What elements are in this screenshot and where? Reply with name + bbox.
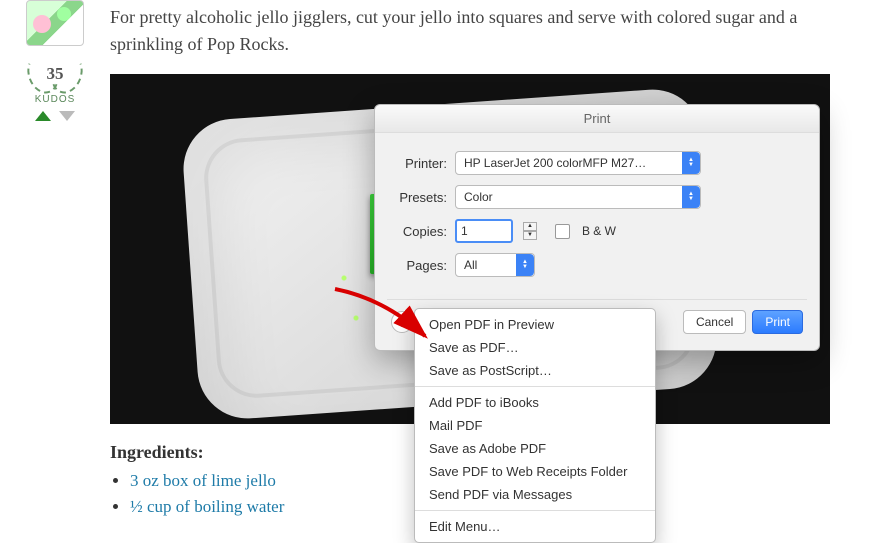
cancel-label: Cancel [696,315,733,329]
menu-item-open-preview[interactable]: Open PDF in Preview [415,313,655,336]
intro-text: For pretty alcoholic jello jigglers, cut… [110,4,856,58]
upvote-button[interactable] [33,109,53,123]
chevron-updown-icon: ▲▼ [516,254,534,276]
printer-label: Printer: [391,156,447,171]
help-icon: ? [398,315,405,330]
kudos-count: 35 [47,64,64,84]
avatar[interactable] [26,0,84,46]
copies-value: 1 [461,224,468,238]
menu-item-save-adobe[interactable]: Save as Adobe PDF [415,437,655,460]
copies-input[interactable]: 1 [455,219,513,243]
printer-select[interactable]: HP LaserJet 200 colorMFP M27… ▲▼ [455,151,701,175]
pdf-menu: Open PDF in Preview Save as PDF… Save as… [414,308,656,543]
chevron-updown-icon: ▲▼ [682,152,700,174]
menu-separator [415,386,655,387]
dialog-title: Print [375,105,819,133]
bw-checkbox[interactable] [555,224,570,239]
kudos-badge: 35 KUDOS [28,56,82,123]
pages-value: All [464,258,477,272]
menu-item-add-ibooks[interactable]: Add PDF to iBooks [415,391,655,414]
stepper-up-icon: ▲ [523,222,537,231]
cancel-button[interactable]: Cancel [683,310,746,334]
menu-item-web-receipts[interactable]: Save PDF to Web Receipts Folder [415,460,655,483]
presets-select[interactable]: Color ▲▼ [455,185,701,209]
menu-item-edit-menu[interactable]: Edit Menu… [415,515,655,538]
menu-item-save-as-pdf[interactable]: Save as PDF… [415,336,655,359]
copies-stepper[interactable]: ▲ ▼ [523,222,537,240]
print-label: Print [765,315,790,329]
menu-item-send-messages[interactable]: Send PDF via Messages [415,483,655,506]
copies-label: Copies: [391,224,447,239]
print-button[interactable]: Print [752,310,803,334]
kudos-wreath-icon: 35 [28,56,82,92]
bw-label: B & W [582,224,616,238]
menu-separator [415,510,655,511]
downvote-button[interactable] [57,109,77,123]
pages-label: Pages: [391,258,447,273]
stepper-down-icon: ▼ [523,231,537,240]
printer-value: HP LaserJet 200 colorMFP M27… [464,156,646,170]
kudos-label: KUDOS [35,94,76,105]
presets-value: Color [464,190,493,204]
help-button[interactable]: ? [391,311,413,333]
presets-label: Presets: [391,190,447,205]
menu-item-mail-pdf[interactable]: Mail PDF [415,414,655,437]
menu-item-save-as-postscript[interactable]: Save as PostScript… [415,359,655,382]
chevron-updown-icon: ▲▼ [682,186,700,208]
pages-select[interactable]: All ▲▼ [455,253,535,277]
